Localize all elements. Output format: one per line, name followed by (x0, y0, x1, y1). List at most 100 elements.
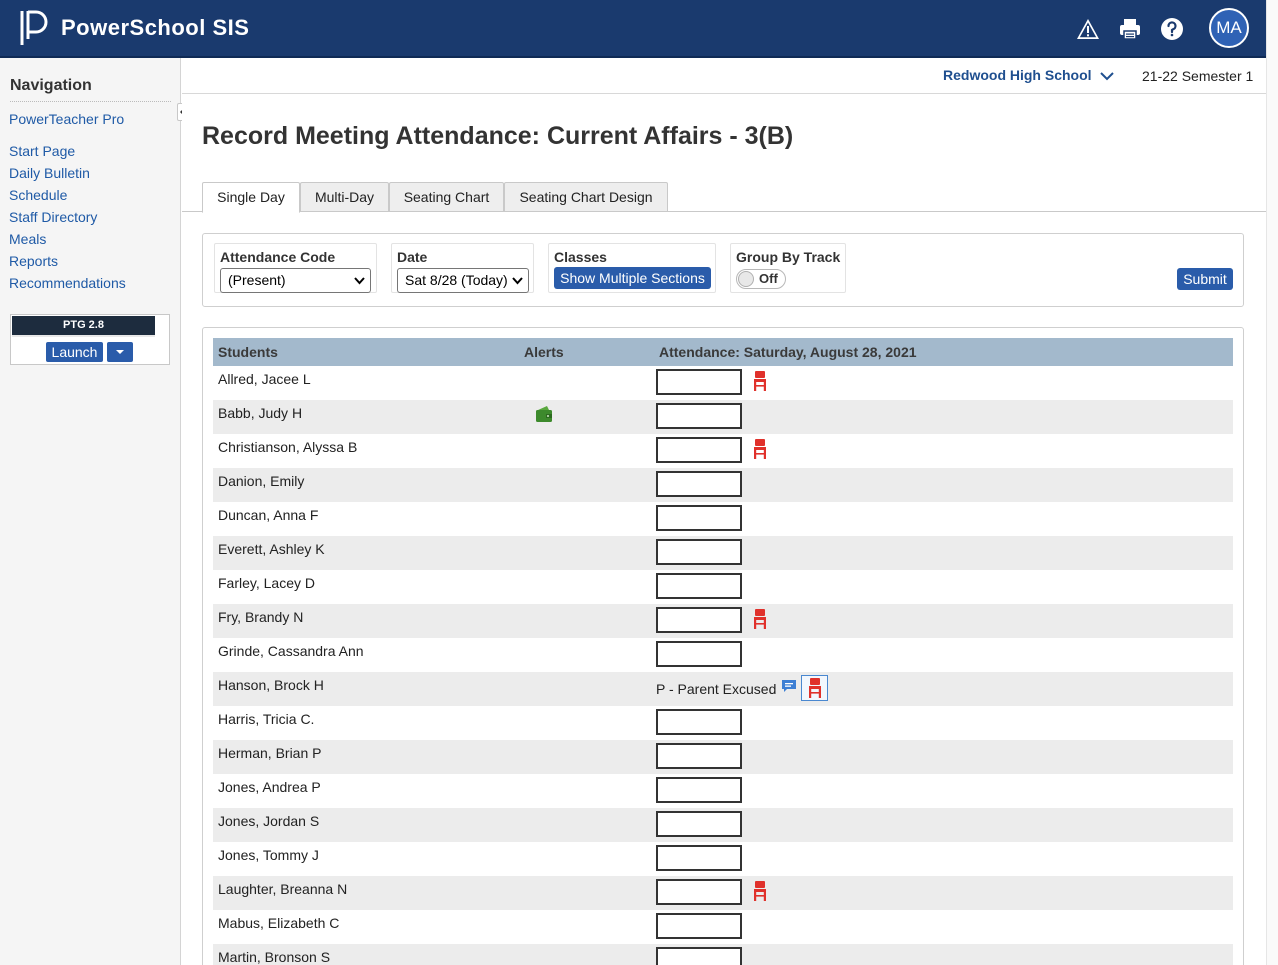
attendance-code-input[interactable] (656, 845, 742, 871)
chevron-down-icon (1100, 72, 1115, 81)
navigation-title: Navigation (10, 77, 171, 102)
col-header-students: Students (218, 344, 278, 360)
student-name[interactable]: Grinde, Cassandra Ann (218, 643, 364, 659)
seat-button[interactable] (801, 675, 828, 701)
student-name[interactable]: Jones, Tommy J (218, 847, 319, 863)
attendance-code-input[interactable] (656, 777, 742, 803)
nav-link-meals[interactable]: Meals (9, 231, 46, 247)
chair-icon[interactable] (753, 609, 767, 629)
table-row: Jones, Tommy J (213, 842, 1233, 876)
printer-icon[interactable] (1118, 17, 1142, 41)
attendance-code-input[interactable] (656, 947, 742, 965)
chevron-down-icon (512, 277, 523, 285)
table-row: Babb, Judy H (213, 400, 1233, 434)
group-by-track-group: Group By Track Off (730, 243, 846, 293)
nav-link-schedule[interactable]: Schedule (9, 187, 67, 203)
powerschool-logo-icon[interactable] (18, 9, 50, 47)
attendance-code-value: (Present) (228, 272, 286, 288)
main-content: Redwood High School 21-22 Semester 1 Rec… (182, 58, 1266, 965)
attendance-code-input[interactable] (656, 369, 742, 395)
student-name[interactable]: Mabus, Elizabeth C (218, 915, 339, 931)
classes-group: Classes Show Multiple Sections (548, 243, 716, 293)
group-by-track-label: Group By Track (736, 249, 841, 265)
student-name[interactable]: Duncan, Anna F (218, 507, 318, 523)
ptg-menu-button[interactable] (107, 342, 133, 362)
table-row: Hanson, Brock H P - Parent Excused (213, 672, 1233, 706)
filter-panel: Attendance Code (Present) Date Sat 8/28 … (202, 233, 1244, 307)
student-name[interactable]: Everett, Ashley K (218, 541, 325, 557)
attendance-code-input[interactable] (656, 811, 742, 837)
alert-triangle-icon[interactable] (1076, 17, 1100, 41)
chair-icon[interactable] (753, 439, 767, 459)
attendance-code-input[interactable] (656, 913, 742, 939)
tab-multi-day[interactable]: Multi-Day (300, 182, 389, 212)
attendance-code-input[interactable] (656, 539, 742, 565)
attendance-code-input[interactable] (656, 607, 742, 633)
attendance-code-select[interactable]: (Present) (220, 268, 371, 293)
context-bar: Redwood High School 21-22 Semester 1 (182, 58, 1266, 94)
chair-icon[interactable] (753, 881, 767, 901)
nav-link-powerteacher-pro[interactable]: PowerTeacher Pro (9, 111, 124, 127)
attendance-code-input[interactable] (656, 641, 742, 667)
student-name[interactable]: Babb, Judy H (218, 405, 302, 421)
page-title: Record Meeting Attendance: Current Affai… (202, 122, 794, 150)
student-name[interactable]: Herman, Brian P (218, 745, 321, 761)
user-avatar[interactable]: MA (1209, 8, 1249, 48)
toggle-state-label: Off (759, 271, 778, 286)
ptg-launch-button[interactable]: Launch (46, 342, 103, 362)
help-icon[interactable] (1160, 17, 1184, 41)
attendance-table: Students Alerts Attendance: Saturday, Au… (202, 327, 1244, 965)
tab-seating-chart[interactable]: Seating Chart (389, 182, 504, 212)
ptg-widget: PTG 2.8 Launch (10, 314, 170, 365)
date-group: Date Sat 8/28 (Today) (391, 243, 534, 293)
school-selector[interactable]: Redwood High School (943, 67, 1115, 83)
attendance-code-label: Attendance Code (220, 249, 336, 265)
tab-single-day[interactable]: Single Day (202, 182, 300, 213)
navigation-sidebar: Navigation PowerTeacher Pro Start Page D… (0, 58, 181, 965)
attendance-code-input[interactable] (656, 471, 742, 497)
nav-link-start-page[interactable]: Start Page (9, 143, 75, 159)
student-name[interactable]: Fry, Brandy N (218, 609, 303, 625)
alert-wallet-icon[interactable] (535, 405, 553, 423)
comment-icon[interactable] (781, 678, 797, 694)
student-name[interactable]: Farley, Lacey D (218, 575, 315, 591)
student-name[interactable]: Martin, Bronson S (218, 949, 330, 965)
submit-button[interactable]: Submit (1177, 268, 1233, 290)
table-row: Farley, Lacey D (213, 570, 1233, 604)
student-name[interactable]: Christianson, Alyssa B (218, 439, 357, 455)
app-title: PowerSchool SIS (61, 15, 250, 40)
caret-down-icon (116, 350, 124, 354)
show-multiple-sections-button[interactable]: Show Multiple Sections (554, 267, 711, 289)
student-name[interactable]: Jones, Andrea P (218, 779, 321, 795)
nav-link-reports[interactable]: Reports (9, 253, 58, 269)
toggle-knob (738, 271, 754, 287)
nav-link-staff-directory[interactable]: Staff Directory (9, 209, 97, 225)
date-select[interactable]: Sat 8/28 (Today) (397, 268, 529, 293)
chair-icon[interactable] (753, 371, 767, 391)
group-by-track-toggle[interactable]: Off (736, 269, 786, 289)
page-scrollbar[interactable] (1266, 0, 1278, 965)
student-name[interactable]: Allred, Jacee L (218, 371, 311, 387)
student-name[interactable]: Danion, Emily (218, 473, 304, 489)
nav-link-daily-bulletin[interactable]: Daily Bulletin (9, 165, 90, 181)
attendance-code-input[interactable] (656, 505, 742, 531)
classes-label: Classes (554, 249, 607, 265)
chevron-down-icon (354, 277, 365, 285)
attendance-code-input[interactable] (656, 709, 742, 735)
student-name[interactable]: Harris, Tricia C. (218, 711, 314, 727)
attendance-code-group: Attendance Code (Present) (214, 243, 377, 293)
student-name[interactable]: Jones, Jordan S (218, 813, 319, 829)
attendance-code-input[interactable] (656, 743, 742, 769)
date-label: Date (397, 249, 428, 265)
student-name[interactable]: Laughter, Breanna N (218, 881, 347, 897)
student-name[interactable]: Hanson, Brock H (218, 677, 324, 693)
tab-seating-chart-design[interactable]: Seating Chart Design (504, 182, 668, 212)
attendance-code-input[interactable] (656, 879, 742, 905)
attendance-code-input[interactable] (656, 573, 742, 599)
chair-icon (808, 678, 822, 698)
table-row: Duncan, Anna F (213, 502, 1233, 536)
nav-link-recommendations[interactable]: Recommendations (9, 275, 126, 291)
top-header: PowerSchool SIS MA (0, 0, 1266, 58)
attendance-code-input[interactable] (656, 437, 742, 463)
attendance-code-input[interactable] (656, 403, 742, 429)
